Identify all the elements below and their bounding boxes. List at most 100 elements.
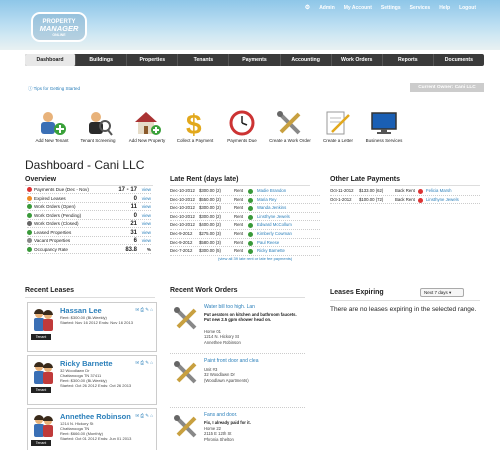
late-amount: $100.00 (72) xyxy=(359,196,384,202)
overview-label: Payments Due (Dec - Nov) xyxy=(34,187,89,192)
quick-actions: Add New Tenant Tenant Screening Add New … xyxy=(28,110,408,152)
payments-due-action[interactable]: Payments Due xyxy=(218,110,266,143)
view-link[interactable]: view xyxy=(142,195,151,203)
create-letter-action[interactable]: Create a Letter xyxy=(314,110,362,143)
tenant-link[interactable]: Maria Rey xyxy=(257,196,277,205)
create-work-order-action[interactable]: Create a Work Order xyxy=(266,110,314,143)
help-link[interactable]: Help xyxy=(439,5,450,11)
lease-card[interactable]: Tenant Hassan Lee ✉ ⎙ ✎ ⌂ Rent: $300.00 (Bi… xyxy=(27,302,157,352)
lease-card[interactable]: Tenant Ricky Barnette ✉ ⎙ ✎ ⌂ 32 Woodlawn D… xyxy=(27,355,157,405)
tab-tenants[interactable]: Tenants xyxy=(178,54,230,66)
view-all-late-link[interactable]: (view all 39 late rent or late fee payme… xyxy=(218,256,292,261)
tab-work-orders[interactable]: Work Orders xyxy=(332,54,383,66)
view-link[interactable]: view xyxy=(142,212,151,220)
tenant-tag: Tenant xyxy=(31,334,51,340)
tenant-avatar-icon xyxy=(31,307,55,335)
tenant-link[interactable]: Wanda Jenkins xyxy=(257,204,286,213)
overview-value: 31 xyxy=(130,229,137,236)
late-date: Dec-9-2012 xyxy=(170,231,193,236)
tab-reports[interactable]: Reports xyxy=(383,54,434,66)
work-order-title[interactable]: Water bill too high. Lan xyxy=(204,304,255,310)
tips-link[interactable]: ⓘ Tips for Getting Started xyxy=(28,86,80,92)
lease-details: 1214 N. Hickory St Chattanooga TN Rent: $6… xyxy=(60,421,131,441)
lease-tenant-name[interactable]: Ricky Barnette xyxy=(60,359,113,368)
tab-dashboard[interactable]: Dashboard xyxy=(25,54,77,66)
view-link[interactable]: view xyxy=(142,186,151,194)
tenant-avatar-icon xyxy=(31,360,55,388)
work-order-desc: Put aerators on kitchen and bathroom fau… xyxy=(204,312,297,323)
house-plus-icon xyxy=(135,112,161,135)
logo[interactable]: PROPERTY MANAGER ONLINE xyxy=(31,12,87,42)
logout-link[interactable]: Logout xyxy=(459,5,476,11)
late-amount: $300.00 (2) xyxy=(199,205,221,211)
tab-documents[interactable]: Documents xyxy=(434,54,484,66)
tips-label: Tips for Getting Started xyxy=(33,86,81,91)
view-link[interactable]: view xyxy=(142,220,151,228)
late-date: Dec-10-2012 xyxy=(170,213,195,219)
dollar-icon: $ xyxy=(186,110,202,136)
divider xyxy=(170,297,305,298)
work-order-item: Fans and door. Fix, I already paid for it… xyxy=(170,410,305,450)
work-order-title[interactable]: Paint front door and clea xyxy=(204,358,258,364)
work-order-location: Phronia Shelton xyxy=(204,436,234,442)
tools-icon xyxy=(277,111,301,135)
view-link[interactable]: view xyxy=(142,229,151,237)
tenant-link[interactable]: Ricky Barnette xyxy=(257,247,285,256)
late-date: Dec-10-2012 xyxy=(170,222,195,228)
current-owner-badge: Current Owner: Cani LLC xyxy=(410,83,484,92)
lease-dates: Started: Oct 01 2012 Ends: Jun 01 2013 xyxy=(60,436,132,441)
tenant-link[interactable]: Edward McCollum xyxy=(257,221,292,230)
tenant-link[interactable]: Linsthyne Jewels xyxy=(257,213,290,222)
work-order-title[interactable]: Fans and door. xyxy=(204,412,237,418)
late-type: Rent xyxy=(234,248,244,254)
admin-link[interactable]: Admin xyxy=(319,5,335,11)
services-link[interactable]: Services xyxy=(410,5,431,11)
tab-accounting[interactable]: Accounting xyxy=(281,54,332,66)
status-dot xyxy=(27,187,32,193)
lease-action-icons[interactable]: ✉ ⎙ ✎ ⌂ xyxy=(135,413,153,419)
status-dot xyxy=(248,214,253,220)
tab-properties[interactable]: Properties xyxy=(127,54,179,66)
view-link[interactable]: view xyxy=(142,237,151,245)
late-type: Rent xyxy=(234,222,244,228)
status-dot xyxy=(27,212,32,218)
percent-sign: % xyxy=(146,246,151,252)
range-select[interactable]: Next 7 days ▾ xyxy=(420,288,464,297)
tenant-link[interactable]: Felicia Marsh xyxy=(426,187,452,196)
lease-tenant-name[interactable]: Annethee Robinson xyxy=(60,412,131,421)
late-rent-row: Dec-10-2012 $550.00 (2) Rent Maria Rey xyxy=(170,196,320,205)
collect-payment-action[interactable]: $ Collect a Payment xyxy=(171,110,219,143)
late-date: Dec-10-2012 xyxy=(170,196,195,202)
lease-action-icons[interactable]: ✉ ⎙ ✎ ⌂ xyxy=(135,360,153,366)
work-order-location: (Woodlawn Apartments) xyxy=(204,377,249,383)
add-tenant-action[interactable]: Add New Tenant xyxy=(28,110,76,143)
work-order-location: Annethee Robinson xyxy=(204,339,241,345)
lease-action-icons[interactable]: ✉ ⎙ ✎ ⌂ xyxy=(135,307,153,313)
tenant-link[interactable]: Linsthyne Jewels xyxy=(426,196,459,205)
status-dot xyxy=(418,189,423,194)
tab-buildings[interactable]: Buildings xyxy=(76,54,128,66)
lease-tenant-name[interactable]: Hassan Lee xyxy=(60,306,102,315)
tab-payments[interactable]: Payments xyxy=(229,54,281,66)
late-type: Back Rent xyxy=(395,188,415,193)
magnifier-person-icon xyxy=(89,112,113,136)
status-dot xyxy=(27,238,32,244)
lease-card[interactable]: Tenant Annethee Robinson ✉ ⎙ ✎ ⌂ 1214 N. Hi… xyxy=(27,408,157,450)
view-link[interactable]: view xyxy=(142,203,151,211)
tenant-screening-action[interactable]: Tenant Screening xyxy=(74,110,122,143)
tenant-tag: Tenant xyxy=(31,440,51,446)
clock-icon xyxy=(229,110,255,136)
my-account-link[interactable]: My Account xyxy=(344,5,372,11)
tenant-link[interactable]: Paul Reese xyxy=(257,239,279,248)
tenant-link[interactable]: Madie Brandon xyxy=(257,187,286,196)
add-property-action[interactable]: Add New Property xyxy=(123,110,171,143)
late-rent-row: Dec-10-2012 $300.00 (2) Rent Madie Brandon xyxy=(170,187,320,196)
add-tenant-label: Add New Tenant xyxy=(35,138,69,143)
divider xyxy=(25,297,155,298)
other-late-title: Other Late Payments xyxy=(330,176,401,183)
late-type: Rent xyxy=(234,196,244,202)
overview-row: Work Orders (Open) 11 view xyxy=(27,203,151,212)
settings-link[interactable]: Settings xyxy=(381,5,401,11)
business-services-action[interactable]: Business Services xyxy=(360,110,408,143)
tenant-link[interactable]: Kimberly Cowman xyxy=(257,230,292,239)
